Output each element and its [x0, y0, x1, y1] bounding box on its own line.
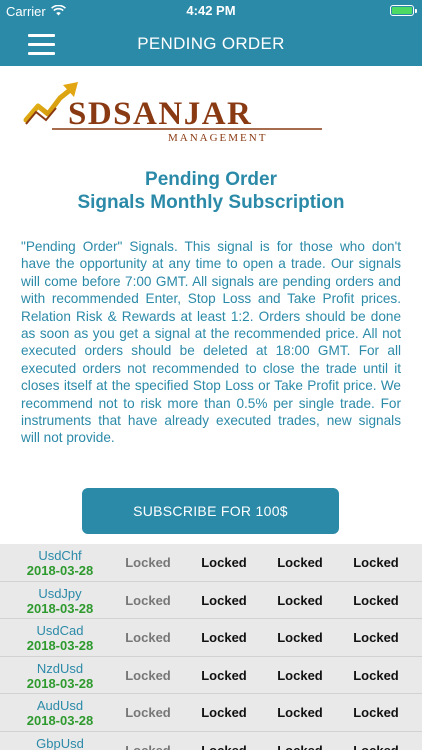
signal-row[interactable]: UsdCad 2018-03-28 Locked Locked Locked Locked — [0, 619, 422, 657]
signal-pair: AudUsd — [36, 698, 84, 713]
locked-cell: Locked — [125, 742, 171, 750]
locked-cell: Locked — [277, 592, 323, 608]
nav-bar: PENDING ORDER — [0, 22, 422, 66]
battery-icon — [390, 5, 417, 16]
signal-date: 2018-03-28 — [26, 600, 94, 616]
signal-pair: GbpUsd — [36, 735, 84, 750]
subscription-heading: Pending Order Signals Monthly Subscripti… — [0, 168, 422, 214]
signal-row[interactable]: UsdChf 2018-03-28 Locked Locked Locked Locked — [0, 544, 422, 582]
locked-cell: Locked — [277, 667, 323, 683]
signal-row[interactable]: UsdJpy 2018-03-28 Locked Locked Locked Locked — [0, 582, 422, 619]
locked-cell: Locked — [201, 555, 247, 570]
locked-cell: Locked — [125, 630, 171, 645]
locked-cell: Locked — [125, 667, 171, 683]
signal-date: 2018-03-28 — [26, 638, 94, 653]
signal-date: 2018-03-28 — [26, 713, 94, 728]
locked-cell: Locked — [353, 742, 399, 750]
locked-cell: Locked — [277, 555, 323, 570]
locked-cell: Locked — [201, 705, 247, 720]
locked-cell: Locked — [353, 630, 399, 645]
locked-cell: Locked — [353, 667, 399, 683]
signals-table: UsdChf 2018-03-28 Locked Locked Locked Locked… — [0, 544, 422, 750]
signal-pair: UsdChf — [38, 548, 82, 563]
locked-cell: Locked — [125, 592, 171, 608]
signal-date: 2018-03-28 — [26, 675, 94, 691]
heading-line-2: Signals Monthly Subscription — [77, 192, 345, 213]
signal-pair: UsdJpy — [38, 585, 82, 601]
signal-description: "Pending Order" Signals. This signal is … — [21, 239, 401, 446]
heading-line-1: Pending Order — [145, 169, 277, 190]
locked-cell: Locked — [277, 705, 323, 720]
subscribe-button[interactable]: SUBSCRIBE FOR 100$ — [82, 488, 339, 534]
brand-logo: SDSANJAR MANAGEMENT — [22, 78, 392, 148]
signal-row[interactable]: GbpUsd Locked Locked Locked Locked — [0, 732, 422, 750]
status-bar: Carrier 4:42 PM — [0, 0, 422, 22]
locked-cell: Locked — [125, 705, 171, 720]
locked-cell: Locked — [201, 667, 247, 683]
signal-pair: UsdCad — [36, 623, 84, 638]
logo-brand-text: SDSANJAR — [68, 96, 252, 132]
locked-cell: Locked — [125, 555, 171, 570]
locked-cell: Locked — [353, 555, 399, 570]
locked-cell: Locked — [353, 592, 399, 608]
locked-cell: Locked — [277, 630, 323, 645]
locked-cell: Locked — [277, 742, 323, 750]
logo-sub-text: MANAGEMENT — [168, 132, 267, 144]
status-time: 4:42 PM — [186, 3, 236, 18]
locked-cell: Locked — [201, 592, 247, 608]
signal-date: 2018-03-28 — [26, 563, 94, 578]
signal-row[interactable]: NzdUsd 2018-03-28 Locked Locked Locked Locked — [0, 657, 422, 694]
locked-cell: Locked — [353, 705, 399, 720]
locked-cell: Locked — [201, 630, 247, 645]
page-title: PENDING ORDER — [137, 34, 285, 53]
locked-cell: Locked — [201, 742, 247, 750]
signal-row[interactable]: AudUsd 2018-03-28 Locked Locked Locked Locked — [0, 694, 422, 732]
signal-pair: NzdUsd — [36, 660, 84, 676]
